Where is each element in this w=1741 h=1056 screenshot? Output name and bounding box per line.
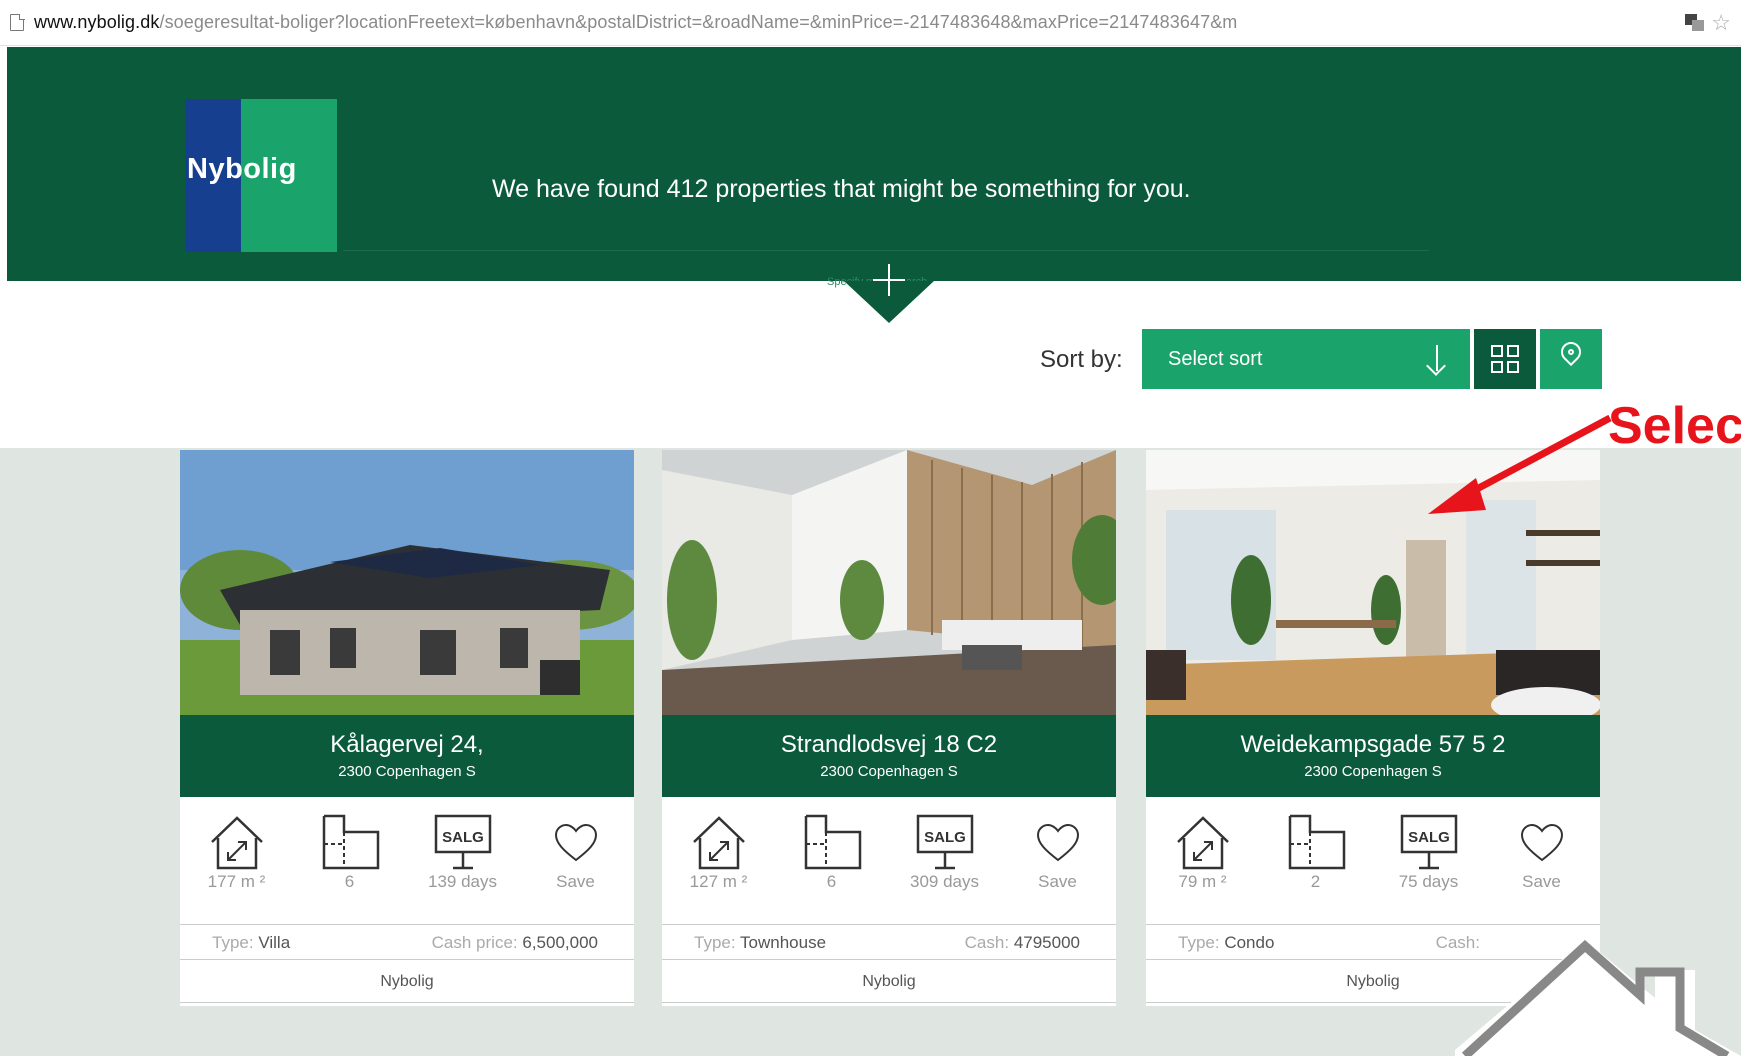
rooms-value: 6 — [344, 872, 355, 891]
house-watermark-icon — [1455, 940, 1741, 1056]
save-label[interactable]: Save — [1001, 872, 1114, 892]
property-type: Type: Townhouse — [694, 933, 827, 952]
property-features: 177 m ² 6 SALG 139 days Save — [180, 800, 634, 908]
annotation-arrow-icon — [1428, 414, 1612, 514]
sort-select[interactable]: Select sort — [1142, 329, 1470, 389]
property-city: 2300 Copenhagen S — [820, 763, 958, 780]
save-button[interactable]: Save — [519, 800, 632, 908]
heart-icon[interactable] — [1519, 822, 1565, 864]
svg-text:SALG: SALG — [1408, 829, 1450, 846]
header-divider — [343, 250, 1429, 251]
results-count-headline: We have found 412 properties that might … — [492, 175, 1191, 203]
property-city: 2300 Copenhagen S — [1304, 763, 1442, 780]
bookmark-star-icon[interactable]: ☆ — [1711, 10, 1731, 36]
sort-select-value: Select sort — [1168, 347, 1263, 370]
search-header-banner: Nybolig We have found 412 properties tha… — [7, 47, 1741, 288]
heart-icon[interactable] — [1035, 822, 1081, 864]
page-icon — [10, 13, 25, 31]
annotation-label: Select — [1608, 397, 1741, 455]
property-price: Cash: 4795000 — [964, 933, 1080, 952]
grid-view-button[interactable] — [1474, 329, 1536, 389]
broker-name[interactable]: Nybolig — [180, 963, 634, 1003]
house-area-icon — [692, 816, 745, 870]
days-value: 139 days — [428, 872, 497, 891]
rooms-feature: 6 — [293, 800, 406, 908]
property-meta: Type: Townhouse Cash: 4795000 — [662, 924, 1116, 960]
nybolig-logo[interactable]: Nybolig — [185, 99, 337, 252]
property-city: 2300 Copenhagen S — [338, 763, 476, 780]
for-sale-sign-icon: SALG — [1400, 814, 1457, 870]
property-card[interactable]: Strandlodsvej 18 C2 2300 Copenhagen S 12… — [662, 450, 1116, 1006]
days-value: 75 days — [1398, 872, 1459, 891]
property-title[interactable]: Strandlodsvej 18 C2 2300 Copenhagen S — [662, 715, 1116, 797]
map-pin-icon — [1556, 337, 1586, 367]
property-photo[interactable] — [662, 450, 1116, 715]
area-feature: 79 m ² — [1146, 800, 1259, 908]
area-feature: 127 m ² — [662, 800, 775, 908]
url-text[interactable]: www.nybolig.dk/soegeresultat-boliger?loc… — [34, 12, 1679, 33]
days-feature: SALG 309 days — [888, 800, 1001, 908]
house-area-icon — [1176, 816, 1229, 870]
save-button[interactable]: Save — [1001, 800, 1114, 908]
property-card[interactable]: Weidekampsgade 57 5 2 2300 Copenhagen S … — [1146, 450, 1600, 1006]
svg-text:SALG: SALG — [442, 829, 484, 846]
floorplan-icon — [804, 814, 861, 870]
broker-name[interactable]: Nybolig — [662, 963, 1116, 1003]
plus-icon[interactable] — [873, 264, 905, 296]
for-sale-sign-icon: SALG — [434, 814, 491, 870]
property-features: 127 m ² 6 SALG 309 days Save — [662, 800, 1116, 908]
save-label[interactable]: Save — [519, 872, 632, 892]
area-value: 79 m ² — [1178, 872, 1227, 891]
days-feature: SALG 75 days — [1372, 800, 1485, 908]
browser-address-bar[interactable]: www.nybolig.dk/soegeresultat-boliger?loc… — [0, 0, 1741, 46]
floorplan-icon — [1288, 814, 1345, 870]
save-button[interactable]: Save — [1485, 800, 1598, 908]
translate-icon[interactable] — [1685, 13, 1705, 32]
save-label[interactable]: Save — [1485, 872, 1598, 892]
area-value: 177 m ² — [207, 872, 266, 891]
grid-icon — [1491, 345, 1503, 357]
days-feature: SALG 139 days — [406, 800, 519, 908]
property-type: Type: Condo — [1178, 933, 1275, 952]
property-photo[interactable] — [180, 450, 634, 715]
svg-text:SALG: SALG — [924, 829, 966, 846]
sort-label: Sort by: — [1040, 346, 1123, 373]
rooms-value: 2 — [1310, 872, 1321, 891]
rooms-feature: 6 — [775, 800, 888, 908]
property-card[interactable]: Kålagervej 24, 2300 Copenhagen S 177 m ²… — [180, 450, 634, 1006]
area-feature: 177 m ² — [180, 800, 293, 908]
map-view-button[interactable] — [1540, 329, 1602, 389]
property-street: Kålagervej 24, — [330, 731, 484, 758]
property-title[interactable]: Weidekampsgade 57 5 2 2300 Copenhagen S — [1146, 715, 1600, 797]
arrow-down-icon — [1426, 345, 1448, 373]
property-title[interactable]: Kålagervej 24, 2300 Copenhagen S — [180, 715, 634, 797]
property-type: Type: Villa — [212, 933, 291, 952]
house-area-icon — [210, 816, 263, 870]
property-street: Weidekampsgade 57 5 2 — [1240, 731, 1506, 758]
area-value: 127 m ² — [689, 872, 748, 891]
property-meta: Type: Villa Cash price: 6,500,000 — [180, 924, 634, 960]
property-features: 79 m ² 2 SALG 75 days Save — [1146, 800, 1600, 908]
days-value: 309 days — [910, 872, 979, 891]
heart-icon[interactable] — [553, 822, 599, 864]
property-street: Strandlodsvej 18 C2 — [780, 731, 998, 758]
rooms-feature: 2 — [1259, 800, 1372, 908]
for-sale-sign-icon: SALG — [916, 814, 973, 870]
floorplan-icon — [322, 814, 379, 870]
property-price: Cash price: 6,500,000 — [431, 933, 598, 952]
rooms-value: 6 — [826, 872, 837, 891]
